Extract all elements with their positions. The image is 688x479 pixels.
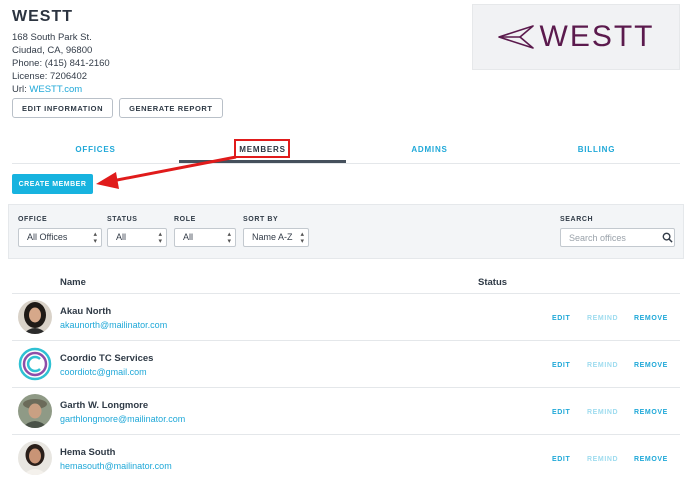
company-url-line: Url: WESTT.com — [12, 83, 110, 96]
photo-woman-dark-hair-icon — [18, 300, 52, 334]
member-name: Hema South — [60, 447, 116, 458]
search-icon[interactable] — [662, 232, 673, 243]
sort-filter-label: SORT BY — [243, 216, 279, 223]
member-name: Akau North — [60, 306, 112, 317]
company-info: WESTT 168 South Park St. Ciudad, CA, 968… — [12, 8, 110, 96]
company-url-label: Url: — [12, 84, 27, 95]
status-select[interactable]: All ▴ ▾ — [107, 228, 167, 247]
office-select-value: All Offices — [27, 232, 68, 242]
status-filter-label: STATUS — [107, 216, 138, 223]
members-table-header: Name Status — [12, 270, 680, 294]
avatar — [18, 441, 52, 475]
generate-report-button[interactable]: GENERATE REPORT — [119, 98, 223, 118]
member-email[interactable]: hemasouth@mailinator.com — [60, 461, 172, 471]
select-caret-icon: ▴ ▾ — [158, 231, 162, 245]
photo-woman-light-top-icon — [18, 441, 52, 475]
edit-information-button[interactable]: EDIT INFORMATION — [12, 98, 114, 118]
paper-plane-icon — [497, 25, 534, 49]
avatar — [18, 300, 52, 334]
role-filter-label: ROLE — [174, 216, 196, 223]
remind-button[interactable]: REMIND — [587, 315, 618, 322]
edit-button[interactable]: EDIT — [552, 456, 570, 463]
table-row: Coordio TC Services coordiotc@gmail.com … — [12, 341, 680, 388]
create-member-button[interactable]: CREATE MEMBER — [12, 174, 93, 194]
member-name: Coordio TC Services — [60, 353, 154, 364]
filter-bar: OFFICE All Offices ▴ ▾ STATUS All ▴ ▾ ROLE… — [8, 204, 684, 259]
status-column-header: Status — [478, 277, 508, 288]
select-caret-icon: ▴ ▾ — [227, 231, 231, 245]
sort-select[interactable]: Name A-Z ▴ ▾ — [243, 228, 309, 247]
avatar — [18, 347, 52, 381]
company-name: WESTT — [12, 8, 73, 25]
remind-button[interactable]: REMIND — [587, 362, 618, 369]
status-select-value: All — [116, 232, 127, 242]
annotation-highlight-box — [234, 139, 290, 158]
remind-button[interactable]: REMIND — [587, 456, 618, 463]
search-input[interactable] — [560, 228, 675, 247]
member-email[interactable]: akaunorth@mailinator.com — [60, 320, 167, 330]
company-city: Ciudad, CA, 96800 — [12, 45, 93, 56]
remind-button[interactable]: REMIND — [587, 409, 618, 416]
company-actions: EDIT INFORMATION GENERATE REPORT — [12, 98, 223, 118]
name-column-header: Name — [60, 277, 86, 288]
select-caret-icon: ▴ ▾ — [300, 231, 304, 245]
remove-button[interactable]: REMOVE — [634, 456, 668, 463]
company-url-link[interactable]: WESTT.com — [29, 84, 82, 95]
table-row: Akau North akaunorth@mailinator.com EDIT… — [12, 294, 680, 341]
remove-button[interactable]: REMOVE — [634, 409, 668, 416]
section-tabs: OFFICES MEMBERS ADMINS BILLING — [12, 138, 680, 164]
avatar — [18, 394, 52, 428]
tab-billing[interactable]: BILLING — [513, 138, 680, 163]
coordio-logo-icon — [18, 347, 52, 381]
photo-man-hat-icon — [18, 394, 52, 428]
company-address: 168 South Park St. — [12, 32, 92, 43]
office-select[interactable]: All Offices ▴ ▾ — [18, 228, 102, 247]
office-filter-label: OFFICE — [18, 216, 48, 223]
member-email[interactable]: coordiotc@gmail.com — [60, 367, 147, 377]
member-email[interactable]: garthlongmore@mailinator.com — [60, 414, 185, 424]
edit-button[interactable]: EDIT — [552, 362, 570, 369]
company-logo: WESTT — [472, 4, 680, 70]
edit-button[interactable]: EDIT — [552, 315, 570, 322]
logo-wordmark: WESTT — [539, 20, 655, 53]
company-license: License: 7206402 — [12, 71, 88, 82]
table-row: Garth W. Longmore garthlongmore@mailinat… — [12, 388, 680, 435]
role-select-value: All — [183, 232, 194, 242]
company-phone: Phone: (415) 841-2160 — [12, 58, 110, 69]
role-select[interactable]: All ▴ ▾ — [174, 228, 236, 247]
remove-button[interactable]: REMOVE — [634, 362, 668, 369]
member-name: Garth W. Longmore — [60, 400, 149, 411]
tab-admins[interactable]: ADMINS — [346, 138, 513, 163]
tab-offices[interactable]: OFFICES — [12, 138, 179, 163]
select-caret-icon: ▴ ▾ — [93, 231, 97, 245]
search-label: SEARCH — [560, 216, 594, 223]
remove-button[interactable]: REMOVE — [634, 315, 668, 322]
sort-select-value: Name A-Z — [252, 232, 293, 242]
edit-button[interactable]: EDIT — [552, 409, 570, 416]
table-row: Hema South hemasouth@mailinator.com EDIT… — [12, 435, 680, 479]
